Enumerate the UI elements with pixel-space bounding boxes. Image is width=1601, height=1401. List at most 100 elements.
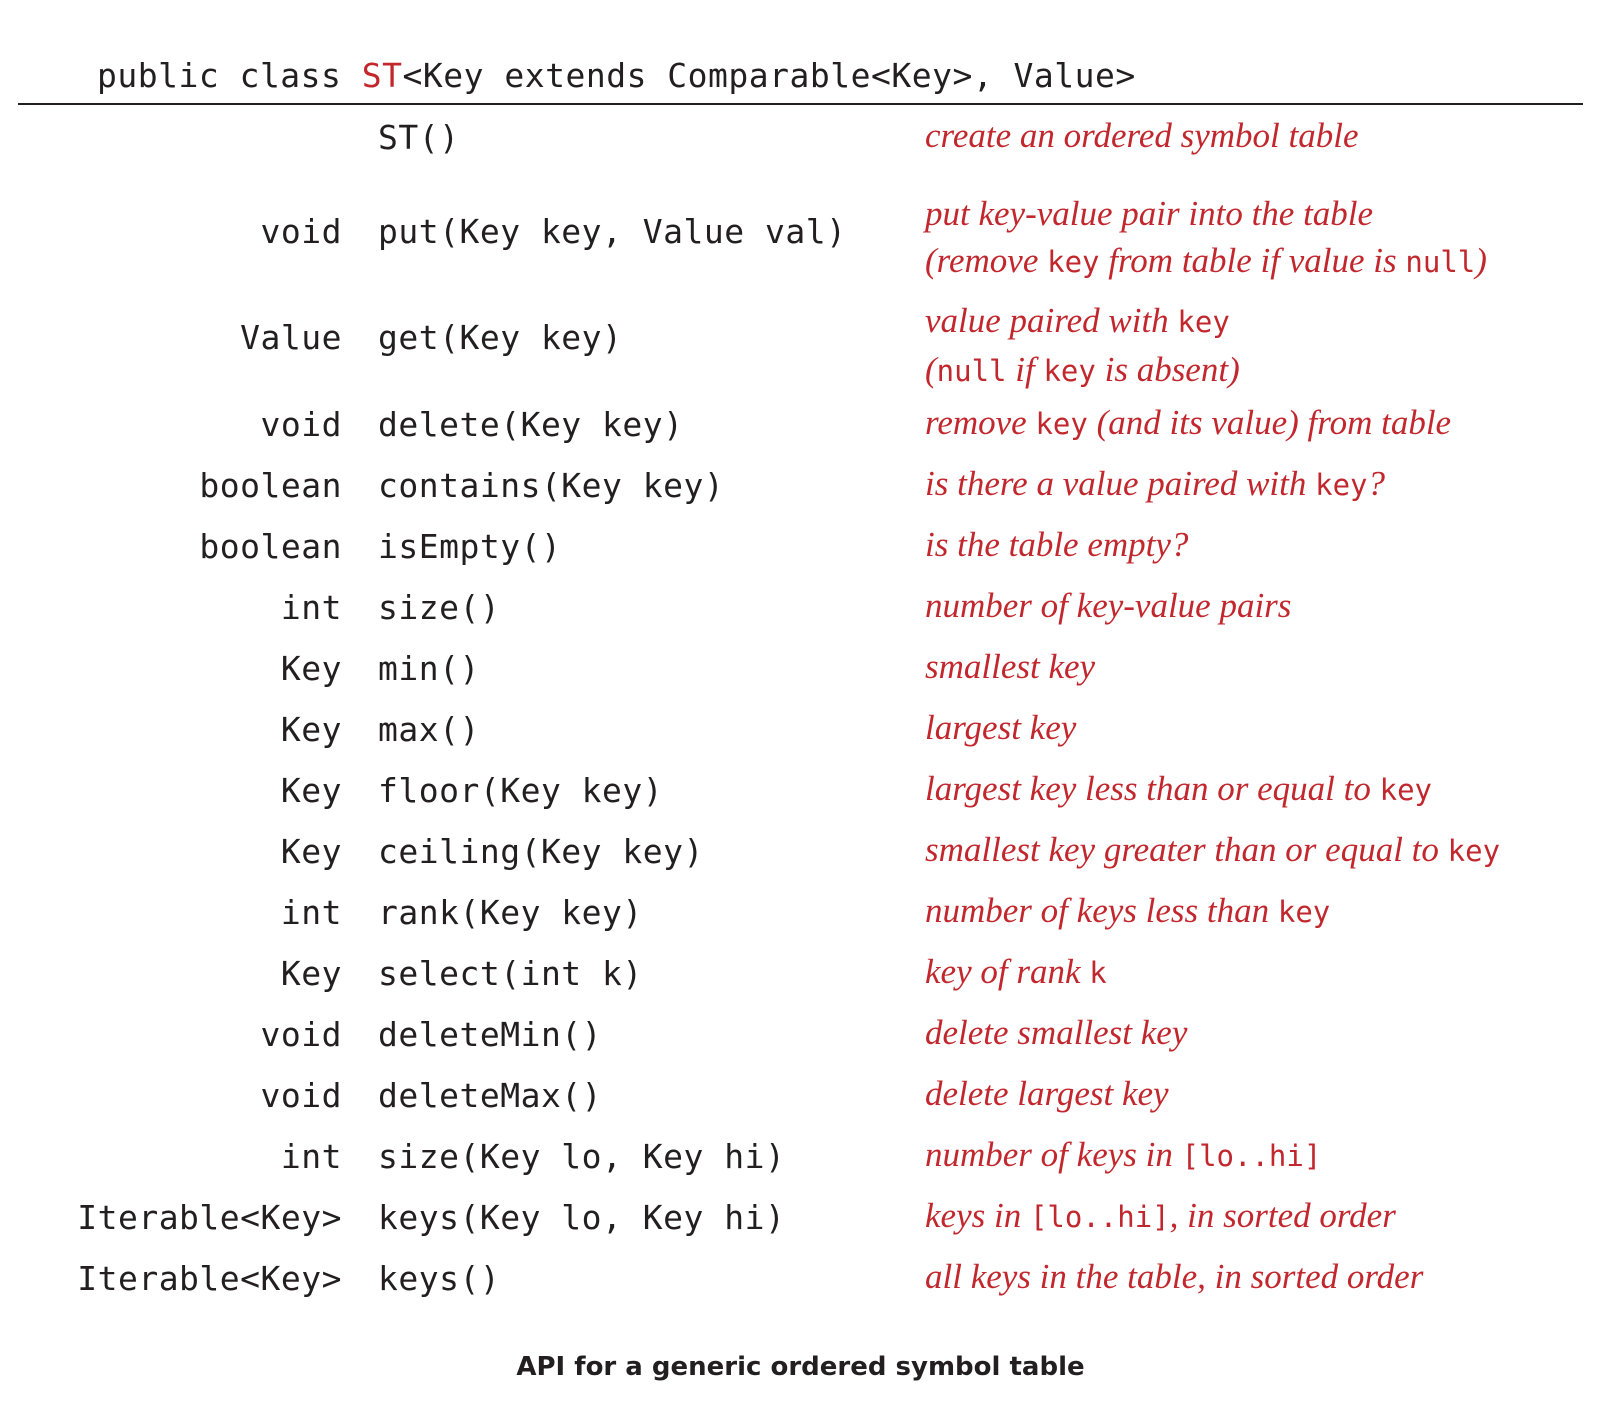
method-signature: size() xyxy=(378,588,501,627)
inline-code: [lo..hi] xyxy=(1181,1139,1322,1173)
method-description: is there a value paired with key? xyxy=(925,460,1385,509)
description-line: key of rank k xyxy=(925,948,1107,997)
description-text: smallest key greater than or equal to xyxy=(925,830,1448,869)
description-line: (null if key is absent) xyxy=(925,346,1240,395)
description-line: smallest key greater than or equal to ke… xyxy=(925,826,1500,875)
description-text: keys in xyxy=(925,1196,1030,1235)
description-line: delete smallest key xyxy=(925,1009,1187,1056)
method-signature: isEmpty() xyxy=(378,527,562,566)
description-text: ( xyxy=(925,350,937,389)
return-type: void xyxy=(260,212,342,251)
method-description: largest key xyxy=(925,704,1076,751)
method-description: value paired with key (null if key is abs… xyxy=(925,297,1240,395)
class-declaration: public class ST<Key extends Comparable<K… xyxy=(97,56,1136,95)
description-line: delete largest key xyxy=(925,1070,1169,1117)
description-text: create an ordered symbol table xyxy=(925,116,1359,155)
method-signature: get(Key key) xyxy=(378,318,623,357)
method-description: remove key (and its value) from table xyxy=(925,399,1451,448)
figure-caption: API for a generic ordered symbol table xyxy=(516,1352,1085,1382)
description-text: delete smallest key xyxy=(925,1013,1188,1052)
description-line: remove key (and its value) from table xyxy=(925,399,1451,448)
description-text: number of keys less than xyxy=(925,891,1278,930)
description-line: is there a value paired with key? xyxy=(925,460,1385,509)
description-text: all keys in the table, in sorted order xyxy=(925,1257,1424,1296)
method-signature: keys() xyxy=(378,1259,501,1298)
description-text: ? xyxy=(1367,464,1386,503)
header-divider xyxy=(18,103,1583,105)
return-type: Key xyxy=(280,649,342,688)
return-type: void xyxy=(260,405,342,444)
description-line: create an ordered symbol table xyxy=(925,112,1359,159)
class-prefix: public class xyxy=(97,56,362,95)
method-signature: keys(Key lo, Key hi) xyxy=(378,1198,786,1237)
description-text: key of rank xyxy=(925,952,1090,991)
method-signature: min() xyxy=(378,649,480,688)
method-description: smallest key greater than or equal to ke… xyxy=(925,826,1500,875)
method-signature: select(int k) xyxy=(378,954,643,993)
description-text: is the table empty? xyxy=(925,525,1189,564)
method-signature: delete(Key key) xyxy=(378,405,684,444)
return-type: Key xyxy=(280,710,342,749)
inline-code: key xyxy=(1277,895,1331,929)
description-text: largest key xyxy=(925,708,1077,747)
description-text: is absent) xyxy=(1095,350,1240,389)
description-line: all keys in the table, in sorted order xyxy=(925,1253,1423,1300)
description-line: put key-value pair into the table xyxy=(925,190,1487,237)
inline-code: key xyxy=(1379,773,1432,807)
description-text: ) xyxy=(1475,241,1487,280)
description-line: value paired with key xyxy=(925,297,1240,346)
description-text: delete largest key xyxy=(925,1074,1169,1113)
description-text: (remove xyxy=(925,241,1048,280)
description-text: from table if value is xyxy=(1099,241,1406,280)
return-type: void xyxy=(260,1015,342,1054)
method-signature: contains(Key key) xyxy=(378,466,725,505)
description-line: number of keys less than key xyxy=(925,887,1330,936)
description-text: is there a value paired with xyxy=(925,464,1316,503)
method-signature: deleteMax() xyxy=(378,1076,603,1115)
description-text: smallest key xyxy=(925,647,1096,686)
method-signature: deleteMin() xyxy=(378,1015,603,1054)
inline-code: key xyxy=(1177,305,1230,339)
method-description: all keys in the table, in sorted order xyxy=(925,1253,1423,1300)
method-description: key of rank k xyxy=(925,948,1107,997)
description-text: (and its value) from table xyxy=(1087,403,1452,442)
method-description: number of keys in [lo..hi] xyxy=(925,1131,1321,1180)
inline-code: key xyxy=(1035,407,1088,441)
method-description: number of keys less than key xyxy=(925,887,1330,936)
description-text: value paired with xyxy=(925,301,1178,340)
description-text: number of keys in xyxy=(925,1135,1182,1174)
description-text: largest key less than or equal to xyxy=(925,769,1380,808)
return-type: Value xyxy=(240,318,342,357)
return-type: void xyxy=(260,1076,342,1115)
inline-code: key xyxy=(1043,354,1096,388)
return-type: Iterable<Key> xyxy=(77,1259,342,1298)
description-line: largest key less than or equal to key xyxy=(925,765,1432,814)
inline-code: key xyxy=(1047,245,1100,279)
description-line: number of keys in [lo..hi] xyxy=(925,1131,1321,1180)
method-description: create an ordered symbol table xyxy=(925,112,1359,159)
description-line: keys in [lo..hi], in sorted order xyxy=(925,1192,1396,1241)
class-type-params: <Key extends Comparable<Key>, Value> xyxy=(402,56,1136,95)
method-description: put key-value pair into the table (remove… xyxy=(925,190,1487,286)
method-signature: max() xyxy=(378,710,480,749)
return-type: Key xyxy=(280,954,342,993)
inline-code: key xyxy=(1447,834,1501,868)
return-type: boolean xyxy=(199,527,342,566)
description-line: largest key xyxy=(925,704,1076,751)
return-type: Iterable<Key> xyxy=(77,1198,342,1237)
return-type: Key xyxy=(280,771,342,810)
return-type: int xyxy=(280,1137,342,1176)
description-line: smallest key xyxy=(925,643,1095,690)
return-type: Key xyxy=(280,832,342,871)
description-line: number of key-value pairs xyxy=(925,582,1291,629)
class-name: ST xyxy=(361,56,403,95)
method-signature: rank(Key key) xyxy=(378,893,643,932)
inline-code: key xyxy=(1315,468,1368,502)
return-type: boolean xyxy=(199,466,342,505)
description-text: put key-value pair into the table xyxy=(925,194,1374,233)
description-text: number of key-value pairs xyxy=(925,586,1292,625)
inline-code: [lo..hi] xyxy=(1029,1200,1170,1234)
description-line: (remove key from table if value is null) xyxy=(925,237,1487,286)
method-description: number of key-value pairs xyxy=(925,582,1291,629)
method-signature: floor(Key key) xyxy=(378,771,664,810)
